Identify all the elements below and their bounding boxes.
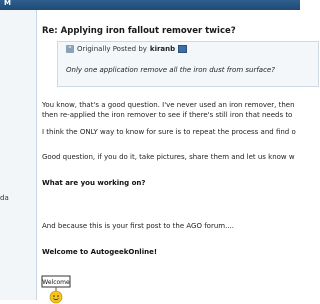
header-label: M (4, 0, 12, 7)
quote-box: “ Originally Posted by kiranb Only one a… (57, 41, 319, 87)
quote-text: Only one application remove all the iron… (66, 66, 275, 74)
forum-header-bar: M (0, 0, 300, 10)
user-info-column: da (0, 10, 37, 300)
quote-author[interactable]: kiranb (150, 45, 175, 53)
question-line: What are you working on? (42, 179, 146, 187)
welcome-line: Welcome to AutogeekOnline! (42, 248, 158, 256)
quote-icon: “ (66, 45, 74, 53)
paragraph-line: And because this is your first post to t… (42, 222, 234, 230)
paragraph-line: then re-applied the iron remover to see … (42, 111, 293, 119)
view-post-icon[interactable] (178, 45, 188, 53)
paragraph-line: Good question, if you do it, take pictur… (42, 153, 295, 161)
post-title: Re: Applying iron fallout remover twice? (42, 26, 236, 36)
quote-prefix: Originally Posted by (77, 45, 147, 53)
post-content: Re: Applying iron fallout remover twice?… (37, 10, 319, 304)
user-info-fragment: da (0, 194, 9, 202)
welcome-sign-text: Welcome (42, 279, 70, 286)
paragraph-line: I think the ONLY way to know for sure is… (42, 128, 296, 136)
paragraph-line: You know, that's a good question. I've n… (42, 101, 295, 109)
quote-header: “ Originally Posted by kiranb (66, 45, 188, 53)
